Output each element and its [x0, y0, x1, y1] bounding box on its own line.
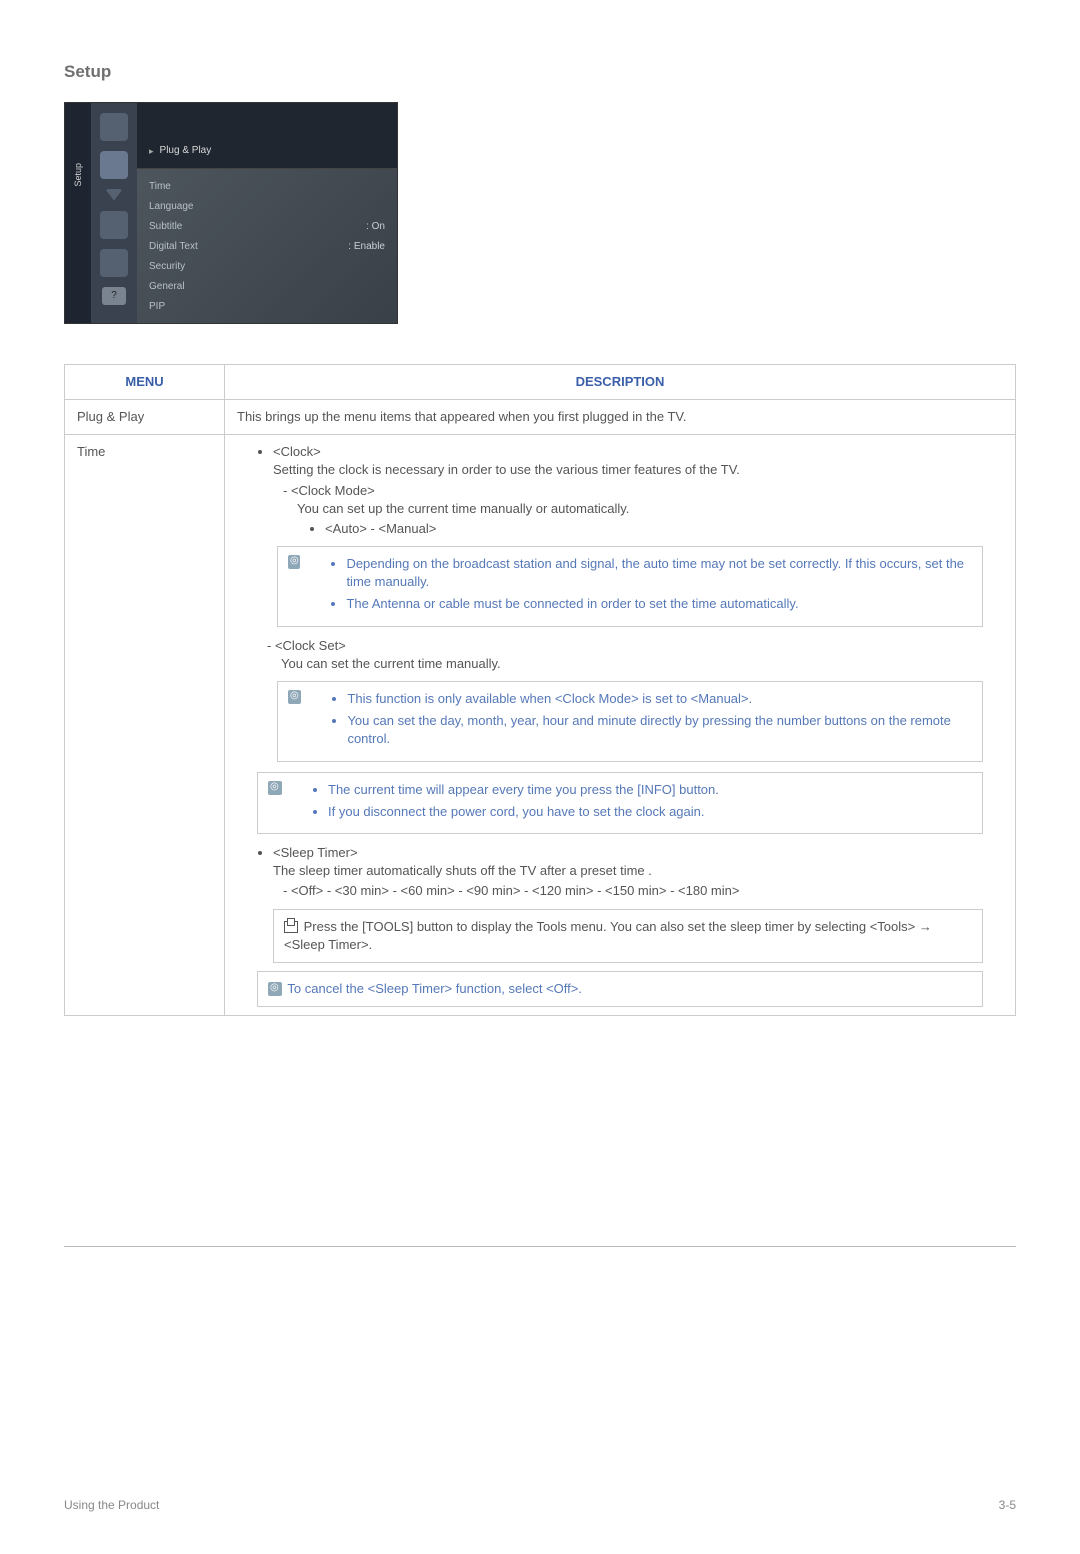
table-header-description: DESCRIPTION	[225, 364, 1016, 399]
tv-menu-content: ▸ Plug & Play Time Language Subtitle: On…	[137, 103, 397, 323]
clock-title: <Clock>	[273, 444, 321, 459]
note-icon	[268, 781, 282, 795]
sleep-options: <Off> - <30 min> - <60 min> - <90 min> -…	[291, 883, 740, 898]
tv-icon-generic	[100, 113, 128, 141]
manual-table: MENU DESCRIPTION Plug & Play This brings…	[64, 364, 1016, 1016]
tv-icon-setup	[100, 151, 128, 179]
tv-menu-row: Subtitle: On	[149, 217, 385, 237]
note-icon	[288, 690, 301, 704]
note-item: The Antenna or cable must be connected i…	[346, 595, 972, 613]
tv-icon-help: ?	[102, 287, 126, 305]
menu-cell: Plug & Play	[65, 399, 225, 434]
section-title: Setup	[64, 60, 1016, 84]
tools-icon	[284, 921, 298, 933]
sleep-title: <Sleep Timer>	[273, 845, 358, 860]
note-box: The current time will appear every time …	[257, 772, 983, 834]
tv-icon-down-arrow	[105, 189, 123, 201]
table-header-menu: MENU	[65, 364, 225, 399]
description-cell: <Clock> Setting the clock is necessary i…	[225, 435, 1016, 1016]
description-cell: This brings up the menu items that appea…	[225, 399, 1016, 434]
table-row: Plug & Play This brings up the menu item…	[65, 399, 1016, 434]
clock-desc: Setting the clock is necessary in order …	[273, 462, 740, 477]
clock-mode-title: <Clock Mode>	[291, 483, 375, 498]
tv-menu-row: PIP	[149, 297, 385, 317]
tv-icon-column: ?	[91, 103, 137, 323]
tv-icon-generic	[100, 211, 128, 239]
menu-cell: Time	[65, 435, 225, 1016]
tv-menu-row: Security	[149, 257, 385, 277]
cancel-note: To cancel the <Sleep Timer> function, se…	[287, 981, 582, 996]
table-row: Time <Clock> Setting the clock is necess…	[65, 435, 1016, 1016]
tv-menu-header: ▸ Plug & Play	[137, 103, 397, 169]
tools-note: Press the [TOOLS] button to display the …	[273, 909, 983, 963]
tools-note-text: Press the [TOOLS] button to display the …	[284, 919, 932, 952]
tv-icon-generic	[100, 249, 128, 277]
tv-menu-list: Time Language Subtitle: On Digital Text:…	[137, 169, 397, 325]
note-item: Depending on the broadcast station and s…	[346, 555, 972, 591]
footer-right: 3-5	[999, 1497, 1016, 1514]
tv-menu-header-label: Plug & Play	[160, 144, 212, 158]
sleep-desc: The sleep timer automatically shuts off …	[273, 863, 652, 878]
tv-menu-row: Time	[149, 177, 385, 197]
note-box: To cancel the <Sleep Timer> function, se…	[257, 971, 983, 1007]
page-footer: Using the Product 3-5	[64, 1487, 1016, 1514]
note-item: If you disconnect the power cord, you ha…	[328, 803, 719, 821]
note-icon	[268, 982, 282, 996]
chevron-right-icon: ▸	[149, 145, 154, 158]
footer-rule	[64, 1246, 1016, 1247]
tv-menu-row: General	[149, 277, 385, 297]
note-box: Depending on the broadcast station and s…	[277, 546, 983, 627]
note-box: This function is only available when <Cl…	[277, 681, 983, 762]
note-item: This function is only available when <Cl…	[347, 690, 972, 708]
clock-set-desc: You can set the current time manually.	[281, 656, 501, 671]
tv-sidebar-label: Setup	[72, 163, 85, 187]
note-item: You can set the day, month, year, hour a…	[347, 712, 972, 748]
note-item: The current time will appear every time …	[328, 781, 719, 799]
clock-set-title: <Clock Set>	[275, 638, 346, 653]
clock-mode-options: <Auto> - <Manual>	[325, 521, 436, 536]
clock-mode-desc: You can set up the current time manually…	[297, 501, 629, 516]
tv-menu-screenshot: Setup ? ▸ Plug & Play Time Language Subt…	[64, 102, 398, 324]
tv-menu-row: Language	[149, 197, 385, 217]
note-icon	[288, 555, 300, 569]
footer-left: Using the Product	[64, 1497, 159, 1514]
tv-sidebar-tab: Setup	[65, 103, 91, 323]
tv-menu-row: Digital Text: Enable	[149, 237, 385, 257]
